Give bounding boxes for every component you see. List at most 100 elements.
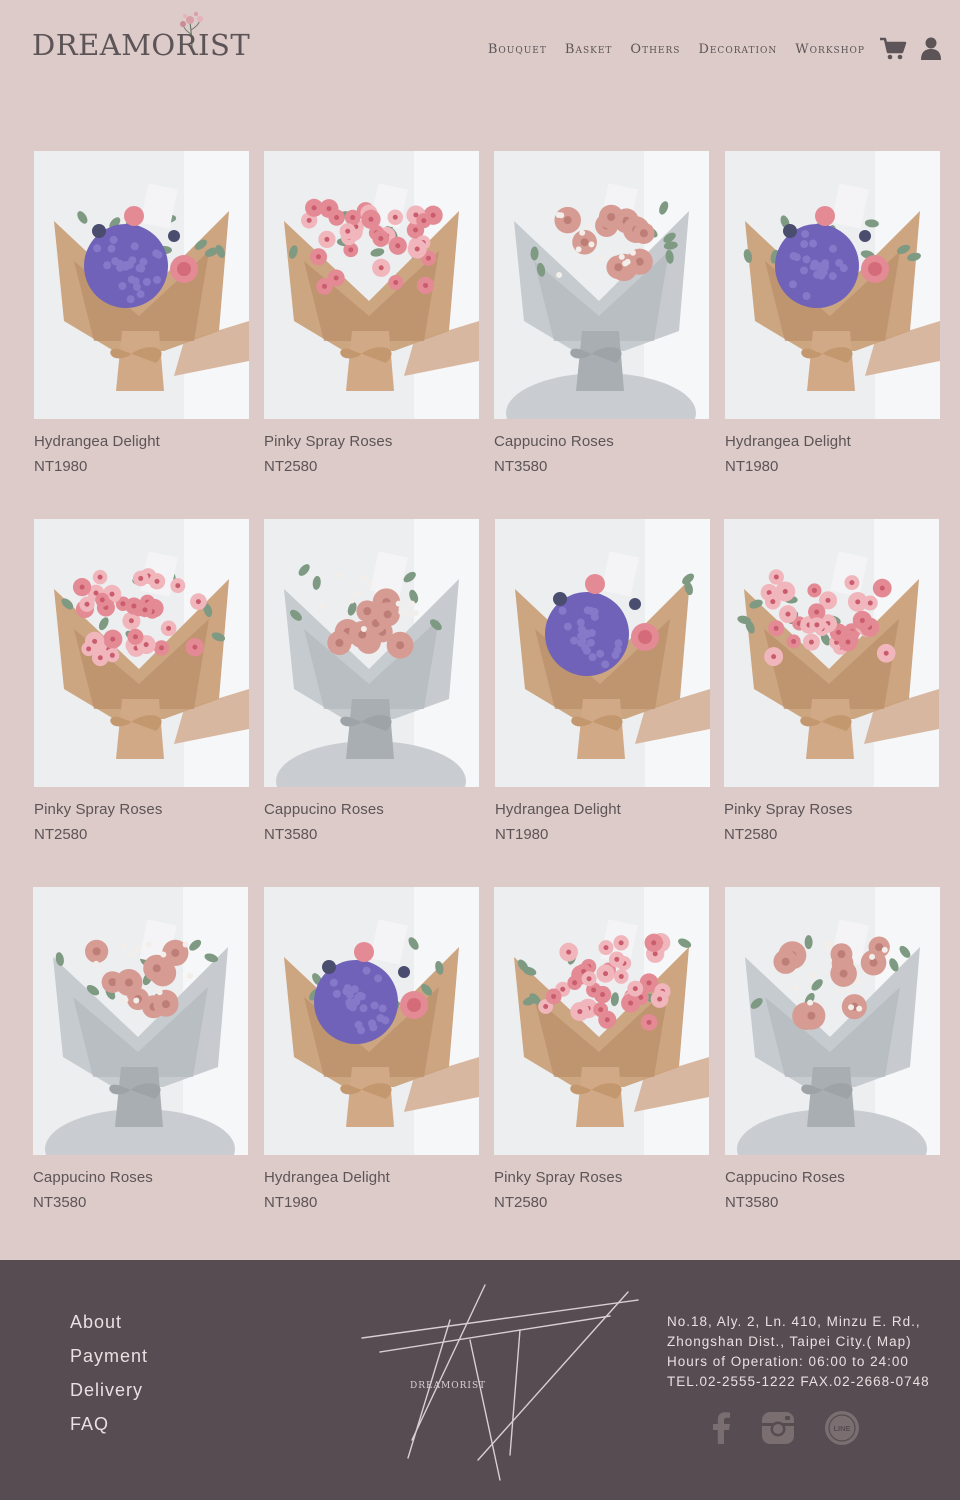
berry bbox=[783, 224, 797, 238]
product-photo bbox=[725, 151, 940, 419]
address-line-2-text: Zhongshan Dist., Taipei City.( bbox=[667, 1334, 877, 1349]
filler-flower bbox=[128, 951, 135, 958]
product-card[interactable]: Hydrangea Delight NT1980 bbox=[495, 519, 710, 843]
product-name: Pinky Spray Roses bbox=[34, 801, 163, 818]
product-card[interactable]: Cappucino Roses NT3580 bbox=[264, 519, 479, 843]
filler-flower bbox=[122, 996, 129, 1003]
product-price: NT2580 bbox=[724, 826, 778, 843]
footer-link-faq[interactable]: FAQ bbox=[70, 1414, 148, 1435]
user-icon[interactable] bbox=[921, 36, 941, 60]
footer-links: About Payment Delivery FAQ bbox=[70, 1312, 148, 1448]
product-name: Pinky Spray Roses bbox=[494, 1169, 623, 1186]
main-nav: Bouquet Basket Others Decoration Worksho… bbox=[488, 42, 865, 57]
filler-flower bbox=[834, 987, 841, 994]
filler-flower bbox=[848, 1004, 855, 1011]
map-link[interactable]: Map bbox=[877, 1334, 906, 1349]
filler-flower bbox=[869, 953, 876, 960]
product-photo bbox=[494, 887, 709, 1155]
bouquet-illustration bbox=[725, 887, 940, 1155]
line-icon[interactable]: LINE bbox=[824, 1410, 860, 1446]
product-card[interactable]: Hydrangea Delight NT1980 bbox=[264, 887, 479, 1211]
filler-flower bbox=[348, 597, 355, 604]
product-card[interactable]: Cappucino Roses NT3580 bbox=[725, 887, 940, 1211]
filler-flower bbox=[809, 973, 816, 980]
filler-flower bbox=[366, 581, 373, 588]
filler-flower bbox=[93, 960, 100, 967]
filler-flower bbox=[359, 574, 366, 581]
product-card[interactable]: Hydrangea Delight NT1980 bbox=[34, 151, 249, 475]
product-card[interactable]: Pinky Spray Roses NT2580 bbox=[264, 151, 479, 475]
filler-flower bbox=[319, 602, 326, 609]
filler-flower bbox=[629, 249, 636, 256]
line-icon-text: LINE bbox=[833, 1424, 850, 1433]
product-name: Pinky Spray Roses bbox=[264, 433, 393, 450]
product-price: NT1980 bbox=[34, 458, 88, 475]
nav-item-decoration[interactable]: Decoration bbox=[698, 42, 777, 57]
product-price: NT2580 bbox=[264, 458, 318, 475]
product-card[interactable]: Cappucino Roses NT3580 bbox=[494, 151, 709, 475]
address-line-2-close: ) bbox=[906, 1334, 912, 1349]
berry bbox=[398, 966, 410, 978]
berry bbox=[629, 598, 641, 610]
bouquet-illustration bbox=[725, 151, 940, 419]
filler-flower bbox=[120, 943, 127, 950]
instagram-icon[interactable] bbox=[760, 1410, 796, 1446]
bouquet-illustration bbox=[33, 887, 248, 1155]
filler-flower bbox=[793, 985, 800, 992]
bouquet-illustration bbox=[264, 151, 479, 419]
product-name: Hydrangea Delight bbox=[34, 433, 160, 450]
rose bbox=[815, 206, 835, 226]
nav-item-others[interactable]: Others bbox=[630, 42, 680, 57]
product-photo bbox=[725, 887, 940, 1155]
brand-logo[interactable]: DREAMORIST bbox=[32, 10, 250, 66]
filler-flower bbox=[827, 939, 834, 946]
contact-info: No.18, Aly. 2, Ln. 410, Minzu E. Rd., Zh… bbox=[667, 1312, 930, 1392]
filler-flower bbox=[854, 978, 861, 985]
product-price: NT3580 bbox=[725, 1194, 779, 1211]
berry bbox=[859, 230, 871, 242]
leaf bbox=[804, 935, 813, 950]
product-card[interactable]: Cappucino Roses NT3580 bbox=[33, 887, 248, 1211]
filler-flower bbox=[558, 212, 565, 219]
product-card[interactable]: Hydrangea Delight NT1980 bbox=[725, 151, 940, 475]
nav-item-bouquet[interactable]: Bouquet bbox=[488, 42, 547, 57]
product-card[interactable]: Pinky Spray Roses NT2580 bbox=[494, 887, 709, 1211]
footer-logo-text: DREAMORIST bbox=[410, 1381, 486, 1391]
product-price: NT1980 bbox=[495, 826, 549, 843]
filler-flower bbox=[133, 997, 140, 1004]
filler-flower bbox=[618, 253, 625, 260]
cart-icon[interactable] bbox=[879, 37, 907, 61]
berry bbox=[168, 230, 180, 242]
product-price: NT1980 bbox=[725, 458, 779, 475]
facebook-icon[interactable] bbox=[703, 1410, 739, 1446]
filler-flower bbox=[182, 941, 189, 948]
product-name: Cappucino Roses bbox=[725, 1169, 845, 1186]
filler-flower bbox=[579, 229, 586, 236]
footer-link-delivery[interactable]: Delivery bbox=[70, 1380, 148, 1401]
product-photo bbox=[264, 887, 479, 1155]
nav-item-workshop[interactable]: Workshop bbox=[795, 42, 865, 57]
filler-flower bbox=[186, 972, 193, 979]
nav-item-basket[interactable]: Basket bbox=[565, 42, 613, 57]
footer-link-payment[interactable]: Payment bbox=[70, 1346, 148, 1367]
filler-flower bbox=[134, 946, 141, 953]
product-price: NT3580 bbox=[264, 826, 318, 843]
filler-flower bbox=[354, 590, 361, 597]
footer-link-about[interactable]: About bbox=[70, 1312, 148, 1333]
filler-flower bbox=[398, 609, 405, 616]
berry bbox=[322, 960, 336, 974]
product-photo bbox=[34, 519, 249, 787]
product-name: Hydrangea Delight bbox=[725, 433, 851, 450]
brand-name: DREAMORIST bbox=[32, 28, 251, 62]
filler-flower bbox=[412, 610, 419, 617]
filler-flower bbox=[145, 941, 152, 948]
product-name: Pinky Spray Roses bbox=[724, 801, 853, 818]
footer-logo-mark: DREAMORIST bbox=[361, 1284, 639, 1481]
filler-flower bbox=[598, 255, 605, 262]
site-header: DREAMORIST Bouquet Basket Others Decorat… bbox=[0, 0, 960, 100]
product-card[interactable]: Pinky Spray Roses NT2580 bbox=[34, 519, 249, 843]
bouquet-illustration bbox=[264, 519, 479, 787]
product-name: Cappucino Roses bbox=[494, 433, 614, 450]
product-card[interactable]: Pinky Spray Roses NT2580 bbox=[724, 519, 939, 843]
filler-flower bbox=[395, 600, 402, 607]
